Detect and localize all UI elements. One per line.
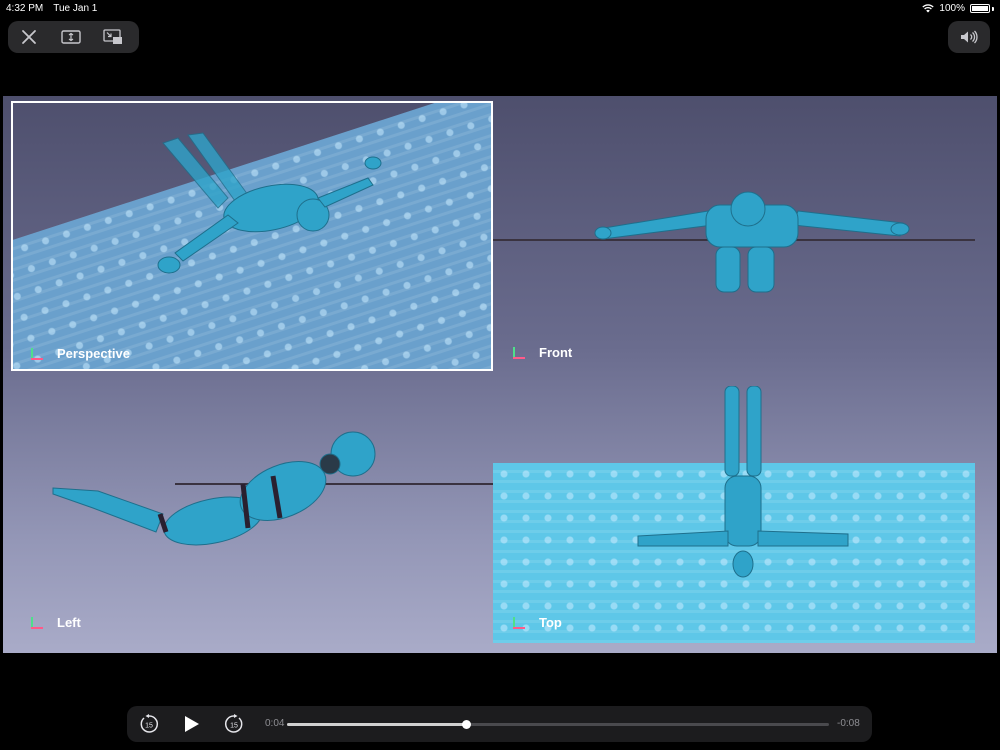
skip-forward-15-icon: 15 [225,714,243,733]
left-label: Left [31,615,81,630]
status-bar: 4:32 PM Tue Jan 1 100% [0,0,1000,18]
top-label: Top [513,615,562,630]
aspect-fit-button[interactable] [50,21,92,53]
skip-back-button[interactable]: 15 [137,712,161,736]
speaker-volume-icon [961,30,978,44]
axis-gizmo-icon [513,346,525,359]
figure-left [52,431,376,546]
figure-front [594,191,910,293]
status-time: 4:32 PM [6,3,44,14]
status-date: Tue Jan 1 [53,3,98,14]
playback-bar: 15 15 0:04 -0:08 [127,706,872,742]
axis-gizmo-icon [31,347,43,360]
play-button[interactable] [179,712,203,736]
battery-icon [970,4,990,13]
figure-perspective [157,132,382,274]
scrubber-progress [287,723,466,726]
elapsed-time: 0:04 [265,718,285,729]
skip-back-seconds: 15 [145,723,153,730]
wifi-icon [922,4,935,13]
remaining-time: -0:08 [837,718,860,729]
close-button[interactable] [8,21,50,53]
axis-gizmo-icon [513,616,525,629]
figure-top [637,386,849,578]
skip-forward-seconds: 15 [230,723,238,730]
close-icon [22,30,36,44]
picture-in-picture-button[interactable] [92,21,134,53]
volume-button[interactable] [948,21,990,53]
play-icon [185,716,199,732]
player-top-controls [8,21,139,53]
skip-back-15-icon: 15 [140,714,158,733]
perspective-viewport: Perspective [11,101,493,371]
picture-in-picture-icon [103,29,122,44]
battery-percent: 100% [939,3,965,14]
video-frame[interactable]: Perspective Front Left Top [3,96,997,653]
scrubber-thumb[interactable] [461,720,471,729]
skip-forward-button[interactable]: 15 [222,712,246,736]
scrubber-track[interactable] [287,720,829,729]
front-label: Front [513,345,572,360]
perspective-label: Perspective [31,346,130,361]
axis-gizmo-icon [31,616,43,629]
aspect-fit-icon [61,30,81,44]
